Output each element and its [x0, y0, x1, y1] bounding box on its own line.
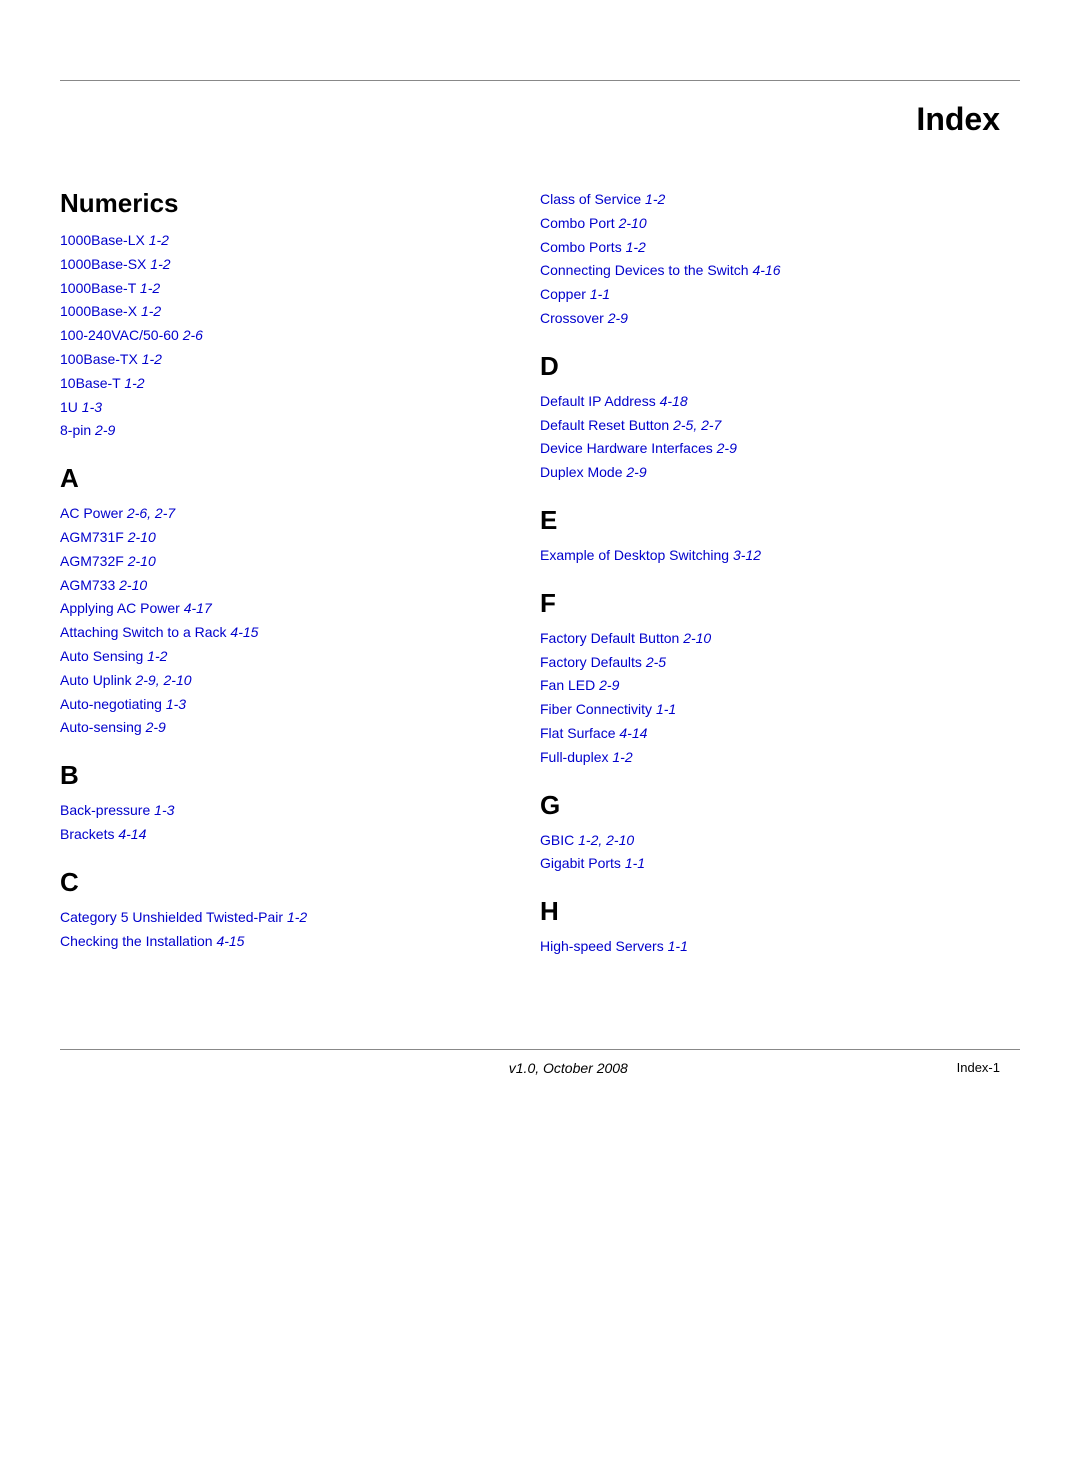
- section-c-heading: C: [60, 867, 480, 898]
- list-item[interactable]: Applying AC Power 4-17: [60, 597, 480, 621]
- list-item[interactable]: AGM732F 2-10: [60, 550, 480, 574]
- list-item[interactable]: Factory Default Button 2-10: [540, 627, 980, 651]
- list-item[interactable]: AC Power 2-6, 2-7: [60, 502, 480, 526]
- list-item[interactable]: 100-240VAC/50-60 2-6: [60, 324, 480, 348]
- list-item[interactable]: Checking the Installation 4-15: [60, 930, 480, 954]
- list-item[interactable]: 8-pin 2-9: [60, 419, 480, 443]
- section-c-right-entries: Class of Service 1-2 Combo Port 2-10 Com…: [540, 188, 980, 331]
- section-e-heading: E: [540, 505, 980, 536]
- section-h-entries: High-speed Servers 1-1: [540, 935, 980, 959]
- numerics-entries: 1000Base-LX 1-2 1000Base-SX 1-2 1000Base…: [60, 229, 480, 443]
- section-f-heading: F: [540, 588, 980, 619]
- content-area: Numerics 1000Base-LX 1-2 1000Base-SX 1-2…: [0, 168, 1080, 959]
- section-f-entries: Factory Default Button 2-10 Factory Defa…: [540, 627, 980, 770]
- section-h-heading: H: [540, 896, 980, 927]
- list-item[interactable]: 10Base-T 1-2: [60, 372, 480, 396]
- list-item[interactable]: Class of Service 1-2: [540, 188, 980, 212]
- list-item[interactable]: Back-pressure 1-3: [60, 799, 480, 823]
- list-item[interactable]: 1000Base-T 1-2: [60, 277, 480, 301]
- list-item[interactable]: 1U 1-3: [60, 396, 480, 420]
- list-item[interactable]: Full-duplex 1-2: [540, 746, 980, 770]
- list-item[interactable]: Auto Sensing 1-2: [60, 645, 480, 669]
- list-item[interactable]: Device Hardware Interfaces 2-9: [540, 437, 980, 461]
- section-e-entries: Example of Desktop Switching 3-12: [540, 544, 980, 568]
- section-d-heading: D: [540, 351, 980, 382]
- list-item[interactable]: Auto-negotiating 1-3: [60, 693, 480, 717]
- list-item[interactable]: Attaching Switch to a Rack 4-15: [60, 621, 480, 645]
- list-item[interactable]: 1000Base-SX 1-2: [60, 253, 480, 277]
- section-b-heading: B: [60, 760, 480, 791]
- section-a-entries: AC Power 2-6, 2-7 AGM731F 2-10 AGM732F 2…: [60, 502, 480, 740]
- list-item[interactable]: Default Reset Button 2-5, 2-7: [540, 414, 980, 438]
- list-item[interactable]: Duplex Mode 2-9: [540, 461, 980, 485]
- list-item[interactable]: AGM731F 2-10: [60, 526, 480, 550]
- list-item[interactable]: GBIC 1-2, 2-10: [540, 829, 980, 853]
- section-d-entries: Default IP Address 4-18 Default Reset Bu…: [540, 390, 980, 485]
- section-g-entries: GBIC 1-2, 2-10 Gigabit Ports 1-1: [540, 829, 980, 877]
- list-item[interactable]: 100Base-TX 1-2: [60, 348, 480, 372]
- list-item[interactable]: Fan LED 2-9: [540, 674, 980, 698]
- list-item[interactable]: AGM733 2-10: [60, 574, 480, 598]
- list-item[interactable]: Factory Defaults 2-5: [540, 651, 980, 675]
- footer-page: Index-1: [957, 1060, 1000, 1075]
- list-item[interactable]: Combo Ports 1-2: [540, 236, 980, 260]
- list-item[interactable]: Crossover 2-9: [540, 307, 980, 331]
- footer-version: v1.0, October 2008: [180, 1060, 957, 1076]
- list-item[interactable]: Combo Port 2-10: [540, 212, 980, 236]
- footer: v1.0, October 2008 Index-1: [0, 1050, 1080, 1086]
- page-title: Index: [0, 81, 1080, 168]
- list-item[interactable]: Category 5 Unshielded Twisted-Pair 1-2: [60, 906, 480, 930]
- list-item[interactable]: Brackets 4-14: [60, 823, 480, 847]
- list-item[interactable]: Default IP Address 4-18: [540, 390, 980, 414]
- right-column: Class of Service 1-2 Combo Port 2-10 Com…: [520, 168, 980, 959]
- section-b-entries: Back-pressure 1-3 Brackets 4-14: [60, 799, 480, 847]
- list-item[interactable]: Gigabit Ports 1-1: [540, 852, 980, 876]
- list-item[interactable]: Auto-sensing 2-9: [60, 716, 480, 740]
- section-a-heading: A: [60, 463, 480, 494]
- list-item[interactable]: Flat Surface 4-14: [540, 722, 980, 746]
- left-column: Numerics 1000Base-LX 1-2 1000Base-SX 1-2…: [60, 168, 520, 959]
- list-item[interactable]: Connecting Devices to the Switch 4-16: [540, 259, 980, 283]
- list-item[interactable]: High-speed Servers 1-1: [540, 935, 980, 959]
- list-item[interactable]: 1000Base-X 1-2: [60, 300, 480, 324]
- section-g-heading: G: [540, 790, 980, 821]
- list-item[interactable]: Auto Uplink 2-9, 2-10: [60, 669, 480, 693]
- numerics-heading: Numerics: [60, 188, 480, 219]
- page: Index Numerics 1000Base-LX 1-2 1000Base-…: [0, 80, 1080, 1477]
- list-item[interactable]: 1000Base-LX 1-2: [60, 229, 480, 253]
- section-c-entries: Category 5 Unshielded Twisted-Pair 1-2 C…: [60, 906, 480, 954]
- list-item[interactable]: Copper 1-1: [540, 283, 980, 307]
- list-item[interactable]: Example of Desktop Switching 3-12: [540, 544, 980, 568]
- list-item[interactable]: Fiber Connectivity 1-1: [540, 698, 980, 722]
